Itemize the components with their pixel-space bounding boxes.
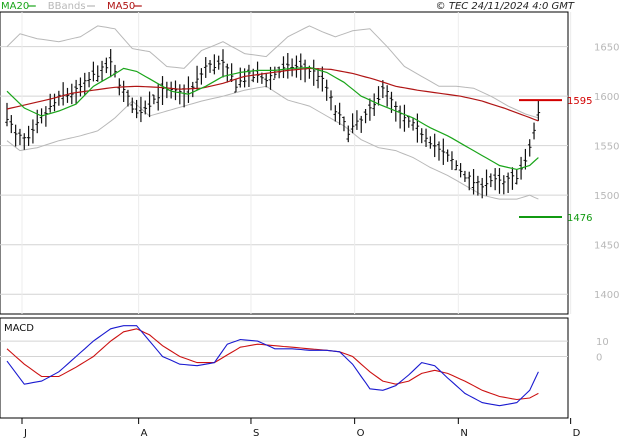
legend-label: BBands: [48, 1, 86, 12]
y-tick-label: 1550: [594, 142, 619, 153]
y-tick-label: 1600: [594, 92, 619, 103]
x-tick-label: N: [460, 428, 467, 439]
legend-label: MA20: [1, 1, 29, 12]
legend-label: MA50: [107, 1, 135, 12]
macd-y-tick-label: 10: [596, 337, 609, 348]
x-tick-label: D: [573, 428, 581, 439]
macd-y-tick-label: 0: [596, 352, 602, 363]
y-axis-labels: 1400 1450 1500 1550 1600 1650 10 0: [594, 43, 619, 364]
x-axis-labels: JASOND: [21, 418, 581, 439]
x-tick-label: J: [23, 428, 27, 439]
legend: MA20 BBands MA50: [1, 1, 142, 12]
price-marker-label: 1476: [567, 213, 592, 224]
price-marker-label: 1595: [567, 96, 592, 107]
y-tick-label: 1650: [594, 43, 619, 54]
x-tick-label: O: [357, 428, 365, 439]
x-tick-label: S: [253, 428, 259, 439]
macd-title: MACD: [4, 323, 34, 334]
y-tick-label: 1450: [594, 241, 619, 252]
stock-chart: 1595 1476 1400 1450 1500 1550 1600 1650 10 0 J A S…: [0, 1, 619, 439]
y-tick-label: 1400: [594, 290, 619, 301]
credit-text: © TEC 24/11/2024 4:0 GMT: [436, 1, 575, 12]
y-tick-label: 1500: [594, 191, 619, 202]
x-tick-label: A: [141, 428, 148, 439]
